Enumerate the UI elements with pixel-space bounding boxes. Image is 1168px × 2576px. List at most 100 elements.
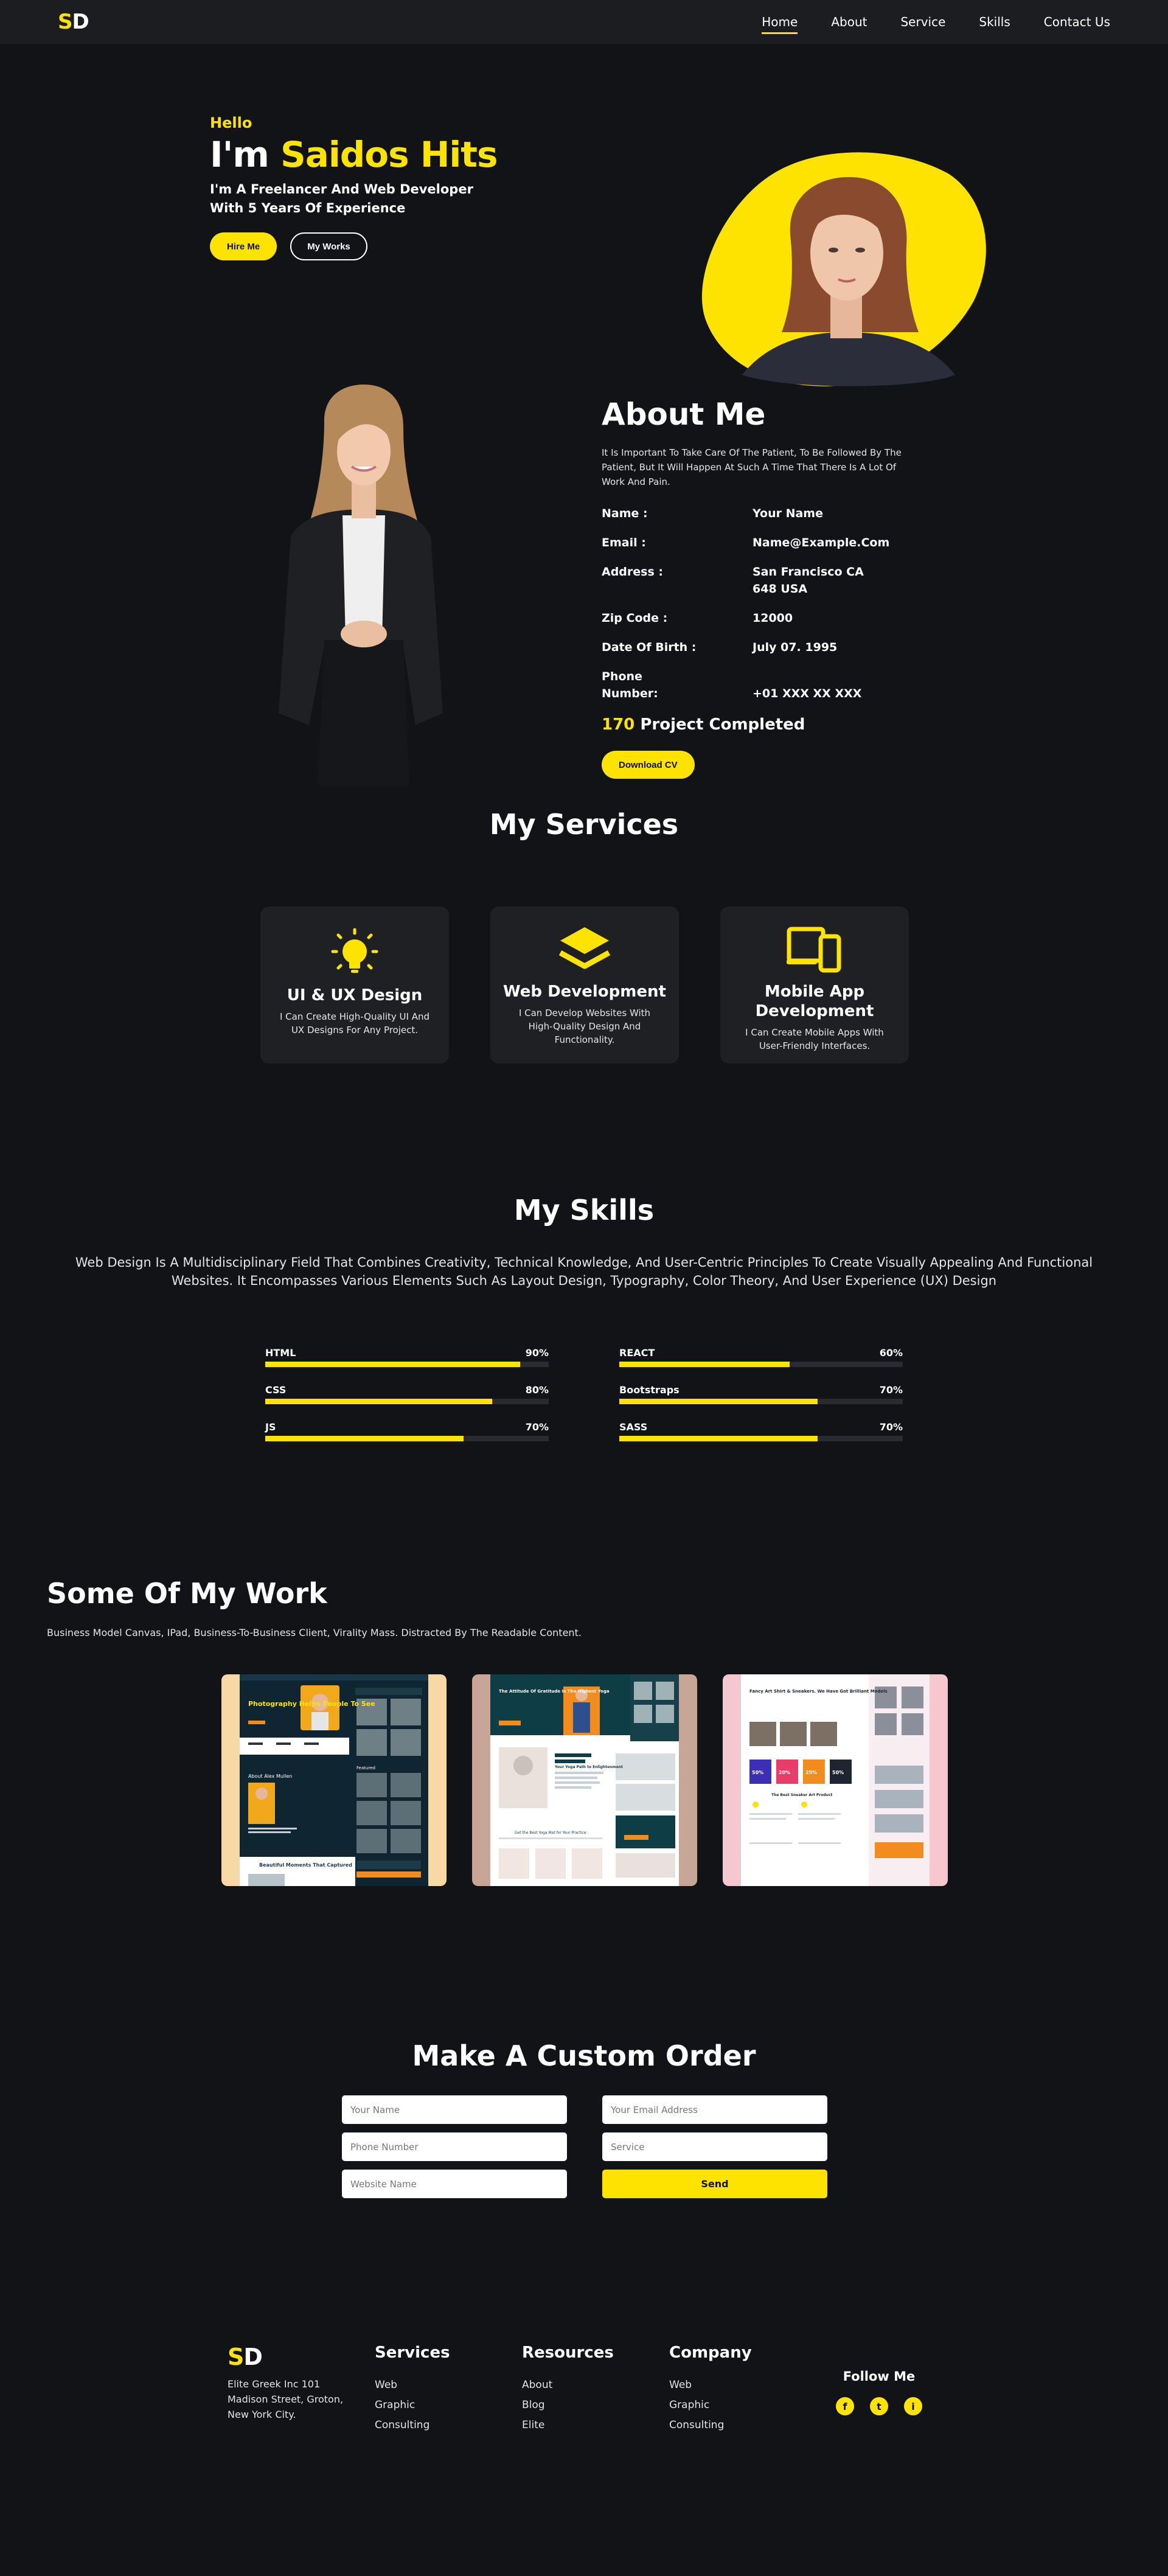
download-cv-button[interactable]: Download CV xyxy=(602,751,695,779)
projects-completed: 170 Project Completed xyxy=(602,715,805,734)
hero-name: I'm Saidos Hits xyxy=(210,134,498,175)
service-field[interactable] xyxy=(602,2132,827,2161)
nav-home[interactable]: Home xyxy=(762,15,798,34)
instagram-icon[interactable]: i xyxy=(904,2397,922,2415)
card2-hero-text: The Attitude Of Gratitude Is The Highest… xyxy=(499,1689,610,1694)
footer-link[interactable]: About xyxy=(522,2375,614,2395)
skill-item: Bootstraps 70% xyxy=(619,1384,903,1404)
hero-text: Hello I'm Saidos Hits I'm A Freelancer A… xyxy=(210,114,498,260)
work-card-photography[interactable]: Photography Helps People To See About Al… xyxy=(221,1674,447,1886)
footer-col-company: Company Web Graphic Consulting xyxy=(669,2344,752,2435)
card2-path-text: Your Yoga Path to Enlightenment xyxy=(554,1765,623,1769)
skill-name: JS xyxy=(265,1421,276,1433)
card3-stat: 50% xyxy=(832,1770,844,1775)
email-field[interactable] xyxy=(602,2095,827,2124)
skill-item: CSS 80% xyxy=(265,1384,549,1404)
detail-label: Zip Code : xyxy=(602,611,668,625)
skill-fill xyxy=(619,1362,790,1367)
skill-name: CSS xyxy=(265,1384,287,1396)
detail-label: Phone Number: xyxy=(602,670,658,700)
about-details: Name : Your Name Email : Name@Example.Co… xyxy=(602,505,918,702)
my-works-button[interactable]: My Works xyxy=(290,232,367,260)
service-title: Mobile App Development xyxy=(755,983,874,1020)
name-field[interactable] xyxy=(342,2095,567,2124)
logo-d: D xyxy=(72,10,89,34)
photography-site-preview: Photography Helps People To See About Al… xyxy=(240,1674,428,1886)
footer-link[interactable]: Web xyxy=(669,2375,752,2395)
hero-hello: Hello xyxy=(210,114,252,131)
skill-percent: 90% xyxy=(525,1347,549,1359)
skills-list: HTML 90% REACT 60% CSS 80% Bootstraps 70% JS… xyxy=(265,1347,903,1441)
service-desc: I Can Create High-Quality UI And UX Desi… xyxy=(279,1011,429,1036)
skill-bar xyxy=(619,1399,903,1404)
footer-link[interactable]: Consulting xyxy=(375,2415,450,2435)
skill-fill xyxy=(619,1399,818,1404)
footer-link[interactable]: Web xyxy=(375,2375,450,2395)
skill-percent: 70% xyxy=(879,1421,903,1433)
work-title: Some Of My Work xyxy=(47,1577,327,1610)
skill-bar xyxy=(619,1436,903,1441)
nav-service[interactable]: Service xyxy=(900,15,945,34)
logo[interactable]: SD xyxy=(58,10,89,34)
layers-icon xyxy=(555,922,614,977)
work-section: Some Of My Work Business Model Canvas, I… xyxy=(0,1577,1168,2039)
skill-name: REACT xyxy=(619,1347,655,1359)
skill-item: REACT 60% xyxy=(619,1347,903,1367)
skill-item: HTML 90% xyxy=(265,1347,549,1367)
website-field[interactable] xyxy=(342,2170,567,2198)
detail-value: Your Name xyxy=(753,507,823,520)
follow-me-label: Follow Me xyxy=(843,2369,916,2384)
skill-fill xyxy=(619,1436,818,1441)
skill-fill xyxy=(265,1399,492,1404)
service-card[interactable]: UI & UX Design I Can Create High-Quality… xyxy=(260,907,449,1063)
work-description: Business Model Canvas, IPad, Business-To… xyxy=(47,1627,582,1638)
footer-link[interactable]: Elite xyxy=(522,2415,614,2435)
skill-percent: 80% xyxy=(525,1384,549,1396)
service-card[interactable]: Web Development I Can Develop Websites W… xyxy=(490,907,679,1063)
service-card[interactable]: Mobile App Development I Can Create Mobi… xyxy=(720,907,909,1063)
skills-section: My Skills Web Design Is A Multidisciplin… xyxy=(0,1194,1168,1577)
service-desc: I Can Create Mobile Apps With User-Frien… xyxy=(745,1027,884,1051)
skill-item: JS 70% xyxy=(265,1421,549,1441)
about-info: About Me It Is Important To Take Care Of… xyxy=(602,397,918,779)
skill-percent: 60% xyxy=(879,1347,903,1359)
nav-skills[interactable]: Skills xyxy=(979,15,1010,34)
detail-value: San Francisco CA 648 USA xyxy=(753,565,864,596)
footer-logo[interactable]: SD xyxy=(228,2344,355,2370)
lightbulb-icon xyxy=(325,926,384,981)
about-title: About Me xyxy=(602,397,766,432)
footer: SD Elite Greek Inc 101 Madison Street, G… xyxy=(0,2344,1168,2514)
detail-label: Date Of Birth : xyxy=(602,641,697,654)
service-title: UI & UX Design xyxy=(287,986,423,1004)
skill-name: SASS xyxy=(619,1421,648,1433)
footer-link[interactable]: Consulting xyxy=(669,2415,752,2435)
nav-contact[interactable]: Contact Us xyxy=(1044,15,1110,34)
order-form: Send xyxy=(342,2095,827,2198)
work-gallery: Photography Helps People To See About Al… xyxy=(221,1674,948,1886)
card3-stat: 20% xyxy=(779,1770,790,1775)
yoga-site-preview: The Attitude Of Gratitude Is The Highest… xyxy=(490,1674,679,1886)
work-card-sneakers[interactable]: Fancy Art Shirt & Sneakers. We Have Got … xyxy=(723,1674,948,1886)
twitter-icon[interactable]: t xyxy=(870,2397,888,2415)
hero-section: Hello I'm Saidos Hits I'm A Freelancer A… xyxy=(0,44,1168,386)
nav-about[interactable]: About xyxy=(831,15,867,34)
service-title: Web Development xyxy=(503,983,666,1001)
top-navbar: SD Home About Service Skills Contact Us xyxy=(0,0,1168,44)
phone-field[interactable] xyxy=(342,2132,567,2161)
skill-item: SASS 70% xyxy=(619,1421,903,1441)
facebook-icon[interactable]: f xyxy=(836,2397,854,2415)
footer-link[interactable]: Blog xyxy=(522,2395,614,2415)
footer-col-head: Company xyxy=(669,2344,752,2362)
skill-bar xyxy=(619,1362,903,1367)
hire-me-button[interactable]: Hire Me xyxy=(210,232,277,260)
work-card-yoga[interactable]: The Attitude Of Gratitude Is The Highest… xyxy=(472,1674,697,1886)
about-section: About Me It Is Important To Take Care Of… xyxy=(0,385,1168,804)
send-button[interactable]: Send xyxy=(602,2170,827,2198)
footer-col-head: Services xyxy=(375,2344,450,2362)
card2-mat-text: Get the Best Yoga Mat for Your Practice xyxy=(515,1831,586,1835)
hero-subtitle: I'm A Freelancer And Web Developer With … xyxy=(210,182,473,215)
card3-stat: 50% xyxy=(752,1770,763,1775)
order-title: Make A Custom Order xyxy=(412,2039,756,2072)
footer-link[interactable]: Graphic xyxy=(375,2395,450,2415)
footer-link[interactable]: Graphic xyxy=(669,2395,752,2415)
